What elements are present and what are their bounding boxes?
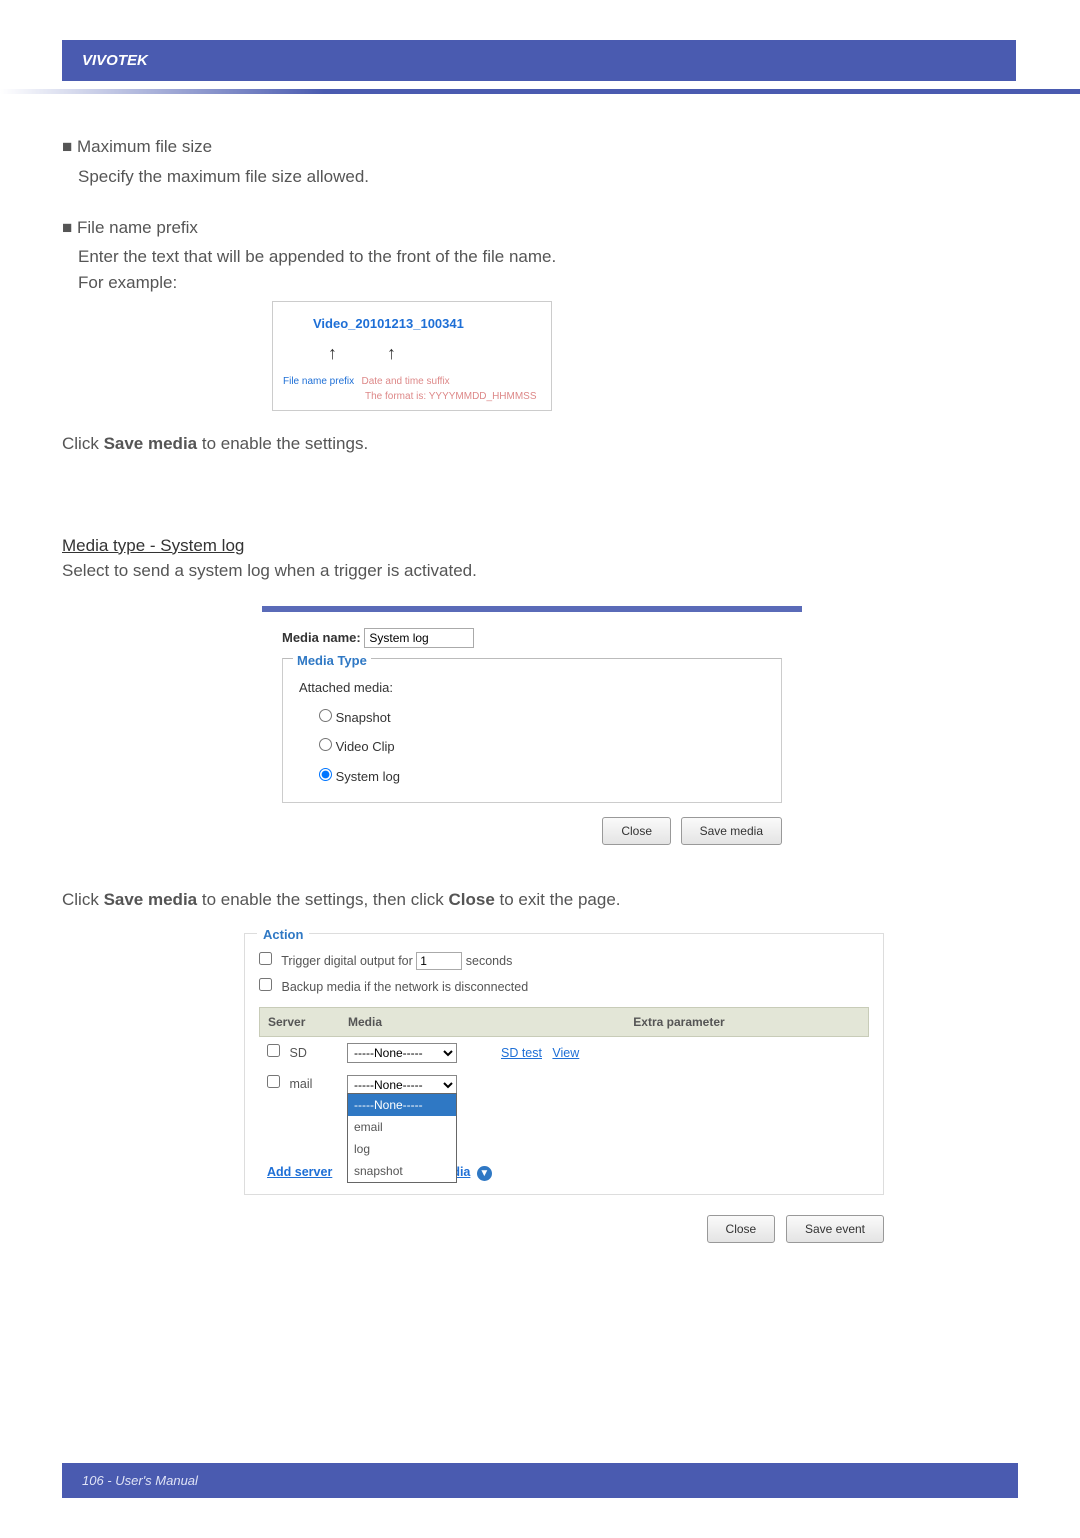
- attached-media-label: Attached media:: [299, 678, 765, 698]
- media-type-legend: Media Type: [293, 653, 371, 668]
- dropdown-option-email[interactable]: email: [348, 1116, 456, 1138]
- save-then-close-instruction: Click Save media to enable the settings,…: [62, 887, 1018, 913]
- sd-media-select[interactable]: -----None-----: [347, 1043, 457, 1063]
- mail-media-dropdown[interactable]: -----None----- email log snapshot: [347, 1093, 457, 1183]
- dropdown-option-log[interactable]: log: [348, 1138, 456, 1160]
- radio-videoclip-label: Video Clip: [336, 739, 395, 754]
- table-row: SD -----None----- SD test View: [259, 1037, 869, 1069]
- close-button[interactable]: Close: [602, 817, 671, 845]
- radio-systemlog[interactable]: [319, 768, 332, 781]
- add-server-link[interactable]: Add server: [267, 1163, 332, 1182]
- radio-videoclip[interactable]: [319, 738, 332, 751]
- trigger-label-a: Trigger digital output for: [281, 954, 413, 968]
- bullet1-title: Maximum file size: [77, 137, 212, 156]
- trigger-seconds-input[interactable]: [416, 952, 462, 970]
- trigger-output-checkbox[interactable]: [259, 952, 272, 965]
- backup-media-checkbox[interactable]: [259, 978, 272, 991]
- save-event-button[interactable]: Save event: [786, 1215, 884, 1243]
- bullet-max-file-size: ■ Maximum file size: [62, 134, 1018, 160]
- bullet2-desc2: For example:: [78, 270, 1018, 296]
- example-filename: Video_20101213_100341: [313, 314, 541, 334]
- mail-media-select[interactable]: -----None-----: [347, 1075, 457, 1095]
- dropdown-option-none[interactable]: -----None-----: [348, 1094, 456, 1116]
- bullet2-title: File name prefix: [77, 218, 198, 237]
- sd-test-link[interactable]: SD test: [501, 1046, 542, 1060]
- up-arrow-icon: ↑: [328, 340, 337, 367]
- chevron-down-icon: ▼: [477, 1166, 492, 1181]
- radio-snapshot-label: Snapshot: [336, 710, 391, 725]
- media-config-panel: Media name: Media Type Attached media: S…: [262, 606, 802, 858]
- hdr-media: Media: [348, 1013, 498, 1031]
- close-button[interactable]: Close: [707, 1215, 776, 1243]
- dropdown-option-snapshot[interactable]: snapshot: [348, 1160, 456, 1182]
- up-arrow-icon: ↑: [387, 340, 396, 367]
- mail-checkbox[interactable]: [267, 1075, 280, 1088]
- action-table-header: Server Media Extra parameter: [259, 1007, 869, 1037]
- radio-systemlog-label: System log: [336, 769, 400, 784]
- save-media-button[interactable]: Save media: [681, 817, 782, 845]
- hdr-extra: Extra parameter: [498, 1013, 860, 1031]
- row1-server: SD: [289, 1046, 306, 1060]
- action-panel: Action Trigger digital output for second…: [244, 933, 884, 1195]
- save-media-instruction: Click Save media to enable the settings.: [62, 431, 1018, 457]
- media-type-fieldset: Media Type Attached media: Snapshot Vide…: [282, 658, 782, 804]
- media-type-desc: Select to send a system log when a trigg…: [62, 558, 1018, 584]
- example-prefix-label: File name prefix: [283, 374, 354, 389]
- row2-server: mail: [289, 1077, 312, 1091]
- media-name-label: Media name:: [282, 630, 361, 645]
- backup-label: Backup media if the network is disconnec…: [281, 980, 528, 994]
- media-type-heading: Media type - System log: [62, 533, 1018, 559]
- sd-checkbox[interactable]: [267, 1044, 280, 1057]
- filename-example-box: Video_20101213_100341 ↑ ↑ File name pref…: [272, 301, 552, 411]
- bullet1-desc: Specify the maximum file size allowed.: [78, 164, 1018, 190]
- bullet2-desc: Enter the text that will be appended to …: [78, 244, 1018, 270]
- view-link[interactable]: View: [552, 1046, 579, 1060]
- example-format-label: The format is: YYYYMMDD_HHMMSS: [365, 389, 541, 404]
- page-content: ■ Maximum file size Specify the maximum …: [0, 134, 1080, 1283]
- header-divider: [0, 89, 1080, 94]
- table-row: mail -----None----- -----None----- email…: [259, 1069, 869, 1101]
- radio-snapshot[interactable]: [319, 709, 332, 722]
- example-suffix-label: Date and time suffix: [361, 374, 449, 389]
- trigger-label-b: seconds: [466, 954, 513, 968]
- media-name-input[interactable]: [364, 628, 474, 648]
- header-brand: VIVOTEK: [62, 40, 1016, 81]
- hdr-server: Server: [268, 1013, 348, 1031]
- action-legend: Action: [257, 925, 309, 945]
- footer-page-label: 106 - User's Manual: [62, 1463, 1018, 1498]
- bullet-file-name-prefix: ■ File name prefix: [62, 215, 1018, 241]
